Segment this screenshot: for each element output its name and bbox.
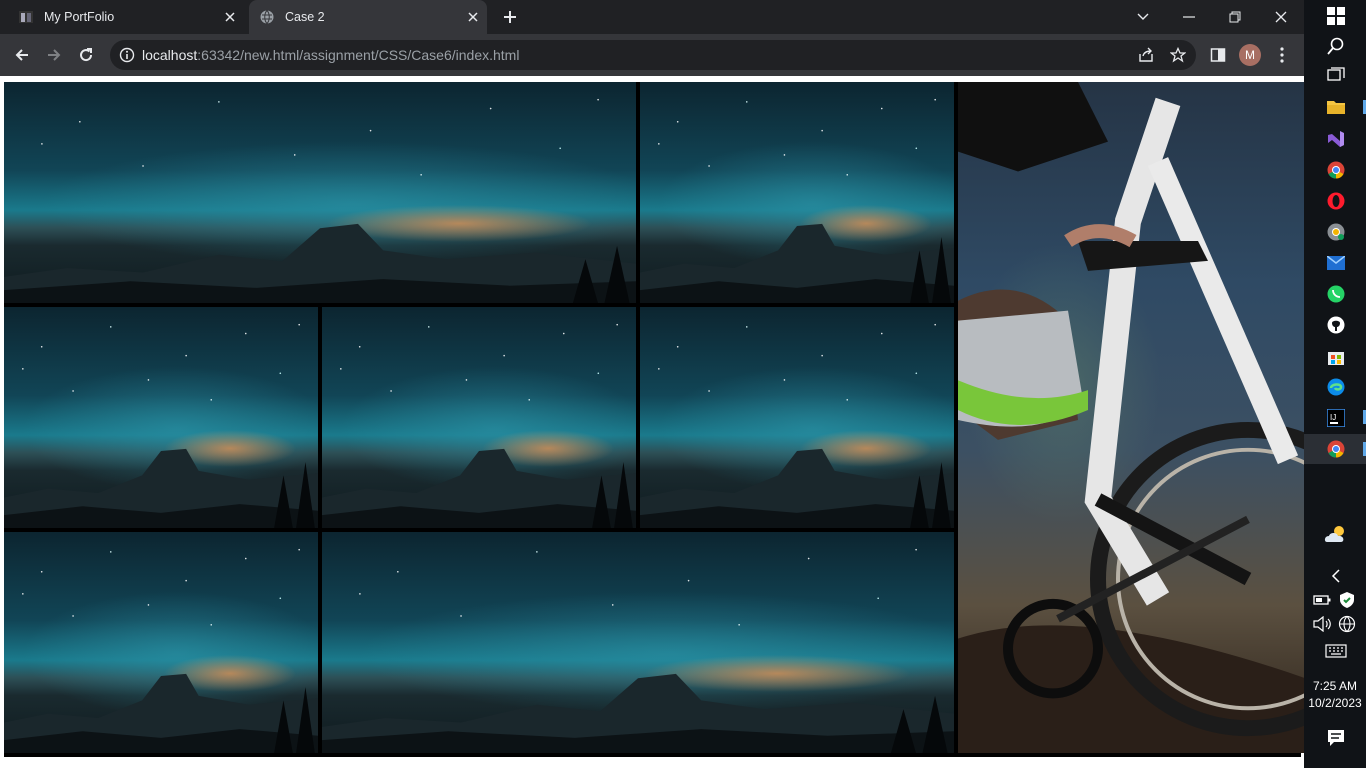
night-photo-6 <box>4 532 318 753</box>
notification-center-icon[interactable] <box>1326 728 1346 748</box>
tab-title: My PortFolio <box>44 10 115 24</box>
tab-title: Case 2 <box>285 10 325 24</box>
night-photo-1 <box>4 82 636 303</box>
kebab-menu-icon <box>1280 47 1284 63</box>
tab-case-2[interactable]: Case 2 <box>249 0 487 34</box>
forward-button[interactable] <box>38 39 70 71</box>
mail-icon[interactable] <box>1326 253 1346 273</box>
chrome-active-icon[interactable] <box>1326 439 1346 459</box>
share-icon[interactable] <box>1138 47 1154 68</box>
browser-toolbar: localhost:63342/new.html/assignment/CSS/… <box>0 34 1304 76</box>
visual-studio-icon[interactable] <box>1326 129 1346 149</box>
chrome-icon[interactable] <box>1326 160 1346 180</box>
system-clock[interactable]: 7:25 AM 10/2/2023 <box>1304 678 1366 712</box>
svg-text:IJ: IJ <box>1330 413 1336 422</box>
tab-my-portfolio[interactable]: My PortFolio <box>8 0 244 34</box>
url-host: localhost <box>142 47 198 63</box>
restore-button[interactable] <box>1220 0 1250 34</box>
url-text: localhost:63342/new.html/assignment/CSS/… <box>142 47 519 63</box>
night-photo-4 <box>322 307 636 528</box>
forward-arrow-icon <box>48 49 61 61</box>
page-viewport <box>0 76 1306 768</box>
whatsapp-icon[interactable] <box>1326 284 1346 304</box>
close-window-button[interactable] <box>1266 0 1296 34</box>
globe-favicon-icon <box>259 9 275 25</box>
clock-date: 10/2/2023 <box>1308 696 1362 710</box>
bookmark-star-icon[interactable] <box>1169 46 1187 68</box>
night-photo-5 <box>640 307 954 528</box>
tab-search-button[interactable] <box>1130 0 1156 34</box>
security-shield-icon[interactable] <box>1337 590 1357 610</box>
new-tab-button[interactable] <box>496 0 524 34</box>
side-panel-button[interactable] <box>1202 39 1234 71</box>
restore-icon <box>1229 11 1241 23</box>
github-icon[interactable] <box>1326 315 1346 335</box>
chevron-up-icon[interactable] <box>1326 566 1346 586</box>
weather-icon[interactable] <box>1324 524 1348 544</box>
browser-window: My PortFolio Case 2 localhost:63342/new.… <box>0 0 1306 768</box>
avatar: M <box>1239 44 1261 66</box>
minimize-button[interactable] <box>1174 0 1204 34</box>
store-icon[interactable] <box>1326 347 1346 367</box>
site-info-icon[interactable] <box>119 47 135 68</box>
volume-icon[interactable] <box>1312 614 1332 634</box>
menu-button[interactable] <box>1266 39 1298 71</box>
minimize-icon <box>1183 16 1195 18</box>
close-icon <box>1275 11 1287 23</box>
night-photo-7 <box>322 532 954 753</box>
network-globe-icon[interactable] <box>1337 614 1357 634</box>
intellij-icon[interactable]: IJ <box>1326 408 1346 428</box>
bike-photo <box>958 82 1306 753</box>
address-bar[interactable]: localhost:63342/new.html/assignment/CSS/… <box>110 40 1196 70</box>
touch-keyboard-icon[interactable] <box>1324 641 1348 661</box>
chrome-dev-icon[interactable] <box>1326 222 1346 242</box>
url-path: :63342/new.html/assignment/CSS/Case6/ind… <box>197 47 520 63</box>
close-tab-icon[interactable] <box>465 9 481 25</box>
back-arrow-icon <box>15 49 28 61</box>
clock-time: 7:25 AM <box>1312 679 1358 693</box>
windows-start-icon[interactable] <box>1326 6 1346 26</box>
close-tab-icon[interactable] <box>222 9 238 25</box>
side-panel-icon <box>1210 48 1226 62</box>
back-button[interactable] <box>6 39 38 71</box>
night-photo-3 <box>4 307 318 528</box>
plus-icon <box>504 11 516 23</box>
reload-icon <box>80 48 93 62</box>
windows-taskbar: IJ 7:25 AM 10/2/2023 <box>1304 0 1366 768</box>
tab-strip: My PortFolio Case 2 <box>0 0 1304 34</box>
night-photo-2 <box>640 82 954 303</box>
portfolio-favicon-icon <box>18 9 34 25</box>
photo-grid <box>4 82 1306 757</box>
file-explorer-icon[interactable] <box>1326 97 1346 117</box>
search-icon[interactable] <box>1326 36 1346 56</box>
reload-button[interactable] <box>70 39 102 71</box>
edge-icon[interactable] <box>1326 377 1346 397</box>
chevron-down-icon <box>1137 13 1149 20</box>
battery-icon[interactable] <box>1312 590 1332 610</box>
opera-icon[interactable] <box>1326 191 1346 211</box>
profile-button[interactable]: M <box>1234 39 1266 71</box>
task-view-icon[interactable] <box>1326 65 1346 85</box>
